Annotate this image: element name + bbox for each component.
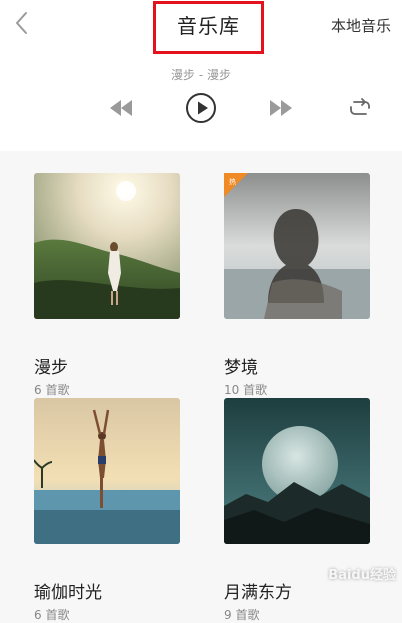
page-title: 音乐库 — [177, 14, 240, 38]
playlist-song-count: 9 首歌 — [224, 608, 260, 622]
playlist-cover-image[interactable] — [34, 398, 180, 544]
playlist-song-count: 10 首歌 — [224, 383, 268, 397]
playlist-cover-image[interactable] — [224, 398, 370, 544]
svg-text:热: 热 — [229, 177, 236, 186]
rewind-icon[interactable] — [108, 96, 134, 120]
now-playing-text: 漫步 - 漫步 — [171, 68, 231, 82]
playlist-name: 月满东方 — [224, 583, 292, 603]
header-panel: 音乐库 本地音乐 漫步 - 漫步 — [0, 0, 402, 151]
local-music-button[interactable]: 本地音乐 — [331, 15, 391, 36]
repeat-icon[interactable] — [348, 97, 372, 119]
back-chevron-icon — [16, 12, 27, 34]
fast-forward-icon[interactable] — [268, 96, 294, 120]
play-icon[interactable] — [185, 92, 217, 124]
hot-badge-icon: 热 — [224, 173, 248, 197]
playlist-song-count: 6 首歌 — [34, 383, 70, 397]
playlist-name: 漫步 — [34, 358, 68, 378]
playlist-name: 梦境 — [224, 358, 258, 378]
watermark-text: Baidu经验 — [328, 568, 396, 583]
playlist-cover-image[interactable] — [34, 173, 180, 319]
back-button[interactable] — [10, 8, 36, 38]
playlist-name: 瑜伽时光 — [34, 583, 102, 603]
playlist-song-count: 6 首歌 — [34, 608, 70, 622]
